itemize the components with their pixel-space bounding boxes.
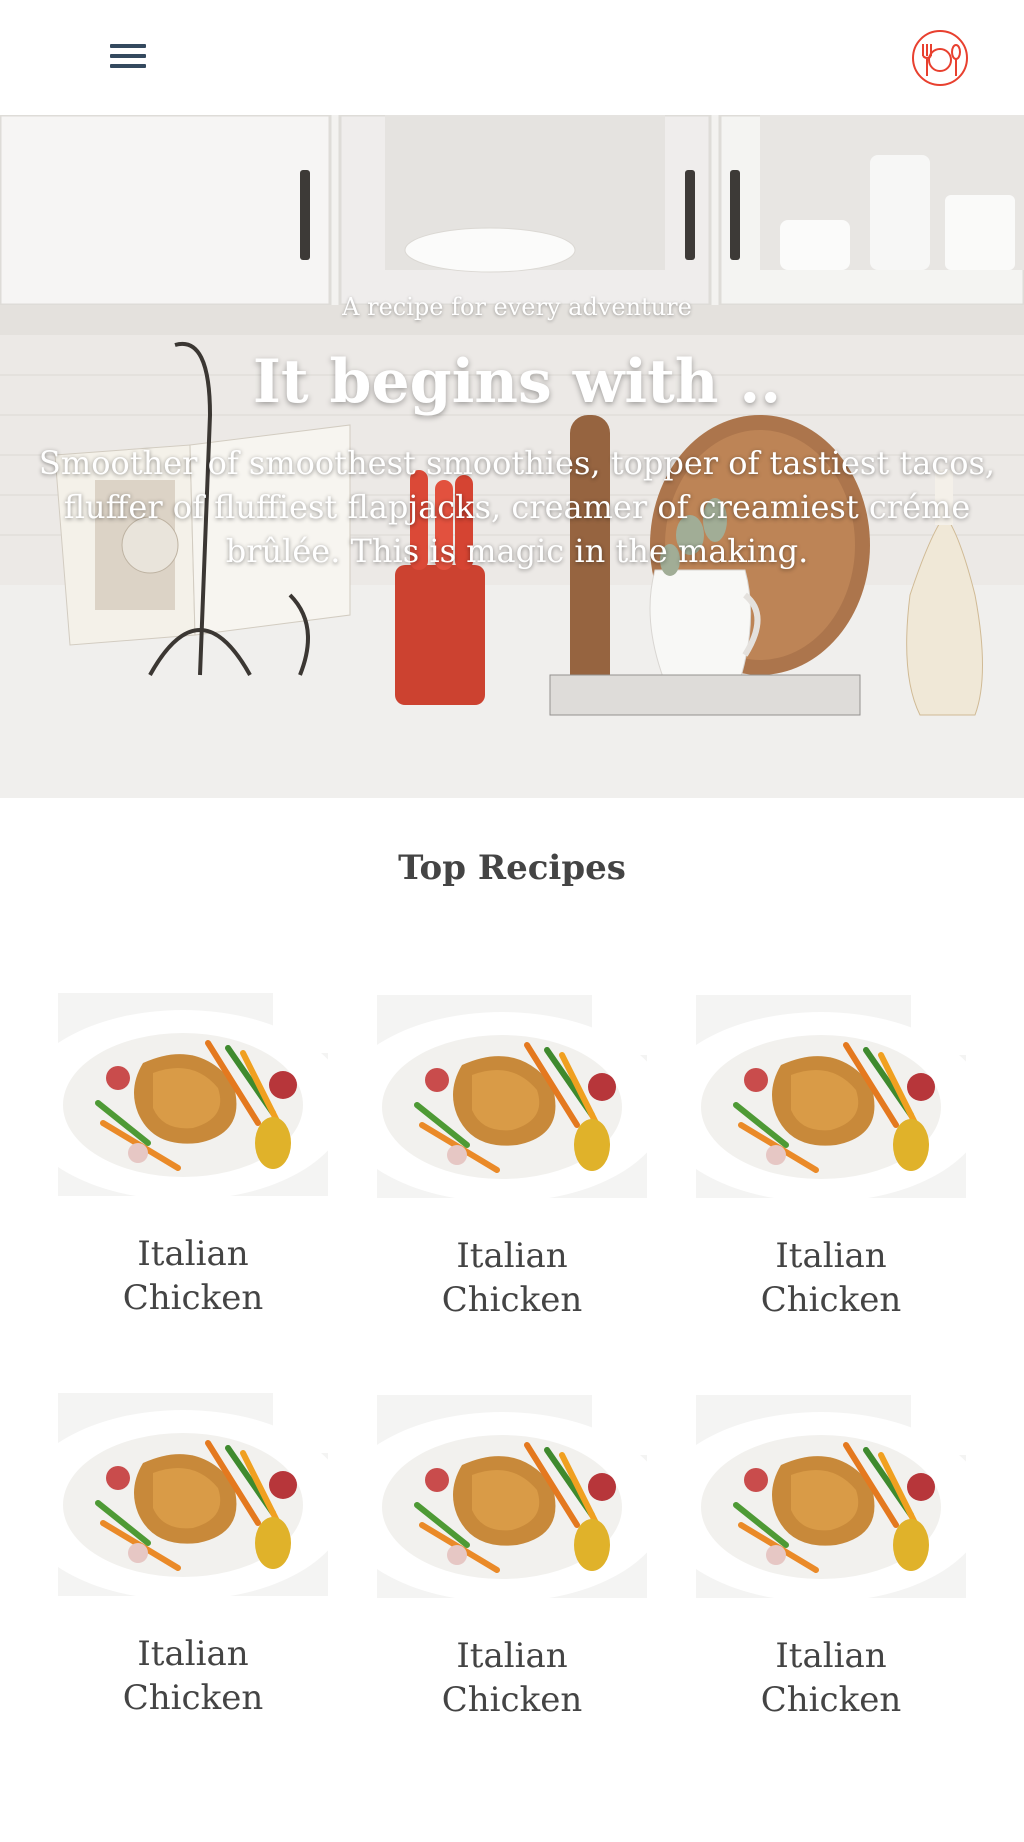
recipe-image[interactable] <box>696 1395 966 1598</box>
recipe-title[interactable]: Italian Chicken <box>58 1232 328 1320</box>
recipe-image[interactable] <box>58 1393 328 1596</box>
recipe-image[interactable] <box>696 995 966 1198</box>
recipe-card[interactable]: Italian Chicken <box>58 993 328 1320</box>
fork-plate-spoon-icon[interactable] <box>910 28 970 88</box>
top-recipes-heading: Top Recipes <box>398 848 626 888</box>
recipe-card[interactable]: Italian Chicken <box>696 995 966 1322</box>
recipe-image[interactable] <box>377 995 647 1198</box>
recipe-title[interactable]: Italian Chicken <box>696 1234 966 1322</box>
hamburger-menu-icon[interactable] <box>110 44 152 74</box>
recipe-title[interactable]: Italian Chicken <box>696 1634 966 1722</box>
hero-kicker: A recipe for every adventure <box>342 293 692 321</box>
recipe-card[interactable]: Italian Chicken <box>377 995 647 1322</box>
recipe-card[interactable]: Italian Chicken <box>696 1395 966 1722</box>
hero-banner: A recipe for every adventure It begins w… <box>0 115 1024 798</box>
recipe-card[interactable]: Italian Chicken <box>58 1393 328 1720</box>
hero-title: It begins with .. <box>252 347 782 417</box>
recipe-image[interactable] <box>377 1395 647 1598</box>
recipe-title[interactable]: Italian Chicken <box>377 1634 647 1722</box>
recipe-card[interactable]: Italian Chicken <box>377 1395 647 1722</box>
recipe-title[interactable]: Italian Chicken <box>377 1234 647 1322</box>
recipe-title[interactable]: Italian Chicken <box>58 1632 328 1720</box>
top-navigation-bar <box>0 0 1024 115</box>
recipe-image[interactable] <box>58 993 328 1196</box>
hero-description: Smoother of smoothest smoothies, topper … <box>38 444 996 570</box>
